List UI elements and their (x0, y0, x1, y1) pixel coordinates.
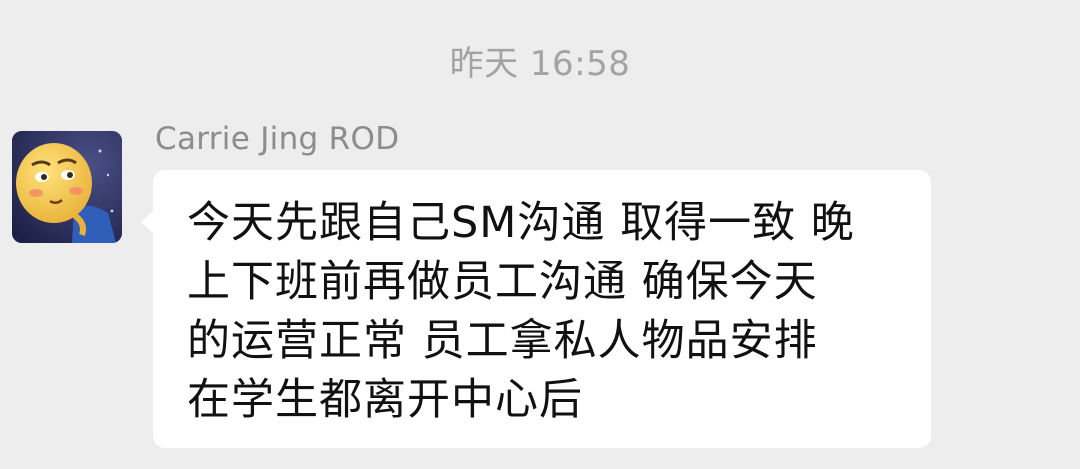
message-text: 今天先跟自己SM沟通 取得一致 晚 上下班前再做员工沟通 确保今天 的运营正常 … (187, 198, 855, 425)
message-timestamp: 昨天 16:58 (449, 44, 631, 84)
sender-avatar[interactable] (12, 131, 122, 243)
cartoon-face-avatar-icon (12, 131, 122, 243)
message-bubble[interactable]: 今天先跟自己SM沟通 取得一致 晚 上下班前再做员工沟通 确保今天 的运营正常 … (141, 170, 931, 448)
sender-name[interactable]: Carrie Jing ROD (155, 121, 399, 157)
chat-area: 昨天 16:58 Carrie Jing ROD 今天先跟自己SM沟通 取得一致… (0, 0, 1080, 469)
